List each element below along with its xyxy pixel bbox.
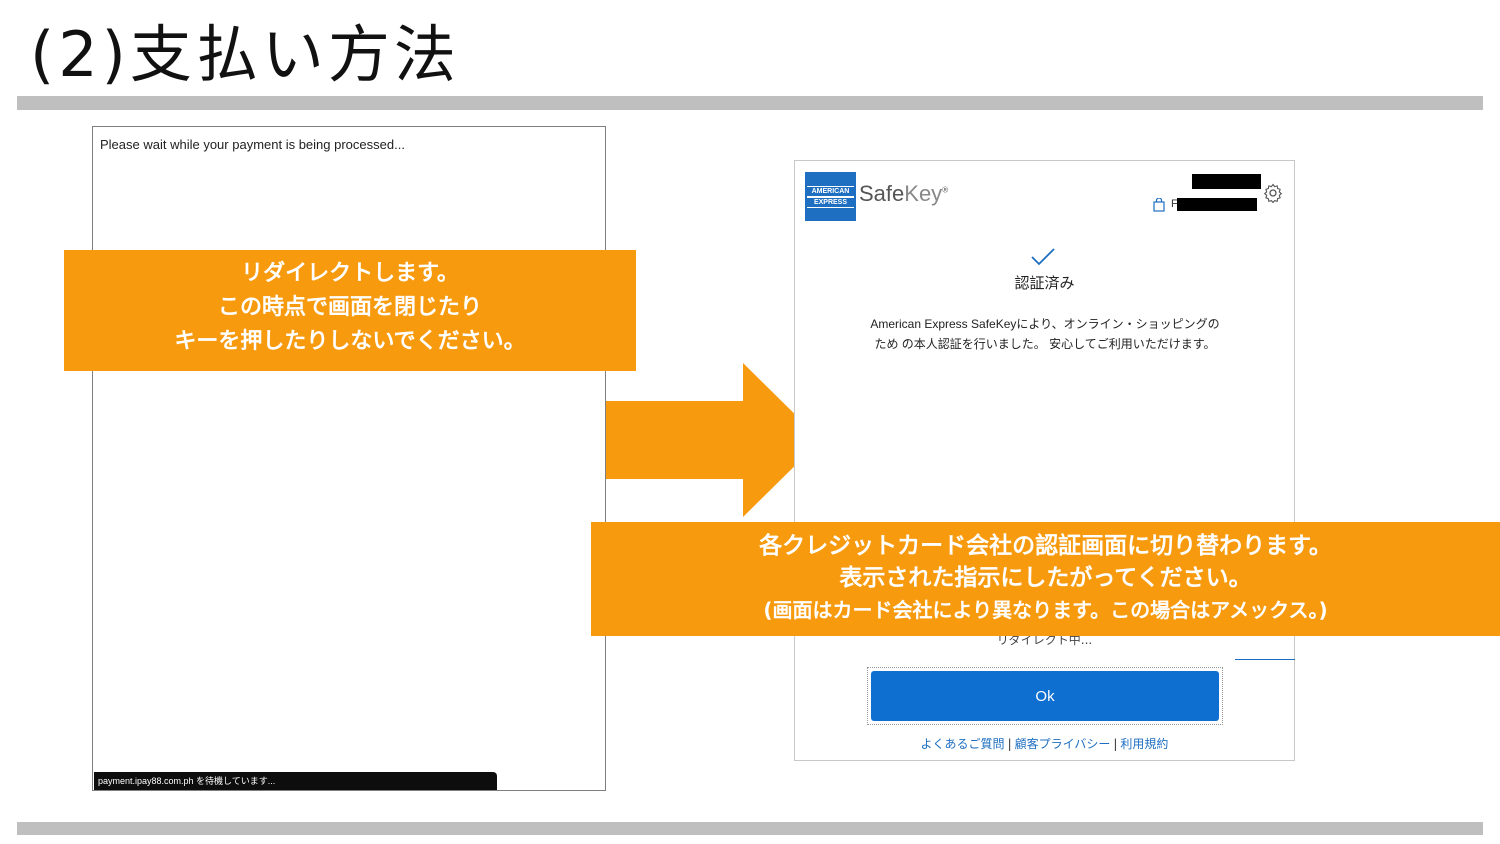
- top-divider-bar: [17, 96, 1483, 110]
- terms-link[interactable]: 利用規約: [1120, 737, 1168, 751]
- redacted-block: [1192, 174, 1261, 189]
- amex-logo-top: AMERICAN: [807, 186, 854, 197]
- payment-processing-window: Please wait while your payment is being …: [92, 126, 606, 791]
- safekey-brand-key: Key: [904, 181, 943, 206]
- link-separator: |: [1007, 737, 1012, 751]
- verification-description: American Express SafeKeyにより、オンライン・ショッピング…: [870, 317, 1220, 351]
- amex-logo: AMERICAN EXPRESS: [805, 172, 856, 221]
- check-icon: [1031, 248, 1055, 266]
- progress-line: [1235, 659, 1295, 660]
- slide-title: (2)支払い方法: [30, 18, 460, 91]
- shopping-bag-icon: [1153, 198, 1165, 212]
- footer-links: よくあるご質問 | 顧客プライバシー | 利用規約: [795, 735, 1294, 752]
- callout-left-line1: リダイレクトします。: [241, 261, 459, 286]
- wait-message: Please wait while your payment is being …: [100, 137, 405, 152]
- safekey-brand-safe: Safe: [859, 181, 905, 206]
- safekey-auth-window: AMERICAN EXPRESS SafeKey® F 認証済み America…: [794, 160, 1295, 761]
- gear-icon[interactable]: [1263, 183, 1283, 203]
- safekey-brand-mark: ®: [942, 185, 949, 195]
- callout-right-line2: 表示された指示にしたがってください。: [839, 565, 1252, 591]
- ok-button-focus-ring: Ok: [867, 667, 1223, 725]
- privacy-link[interactable]: 顧客プライバシー: [1015, 737, 1111, 751]
- redacted-block: [1177, 198, 1257, 211]
- redirect-warning-callout: リダイレクトします。 この時点で画面を閉じたり キーを押したりしないでください。: [64, 250, 636, 371]
- callout-right-line3: (画面はカード会社により異なります。この場合はアメックス。): [763, 598, 1328, 622]
- callout-right-line1: 各クレジットカード会社の認証画面に切り替わります。: [759, 533, 1332, 559]
- link-separator: |: [1113, 737, 1118, 751]
- verified-label: 認証済み: [1014, 274, 1075, 292]
- bottom-divider-bar: [17, 822, 1483, 835]
- safekey-brand: SafeKey®: [859, 181, 948, 207]
- ok-button[interactable]: Ok: [871, 671, 1219, 721]
- auth-screen-callout: 各クレジットカード会社の認証画面に切り替わります。 表示された指示にしたがってく…: [591, 522, 1500, 636]
- faq-link[interactable]: よくあるご質問: [921, 737, 1005, 751]
- browser-status-bar: payment.ipay88.com.ph を待機しています...: [94, 772, 497, 790]
- amex-logo-bottom: EXPRESS: [807, 197, 854, 208]
- callout-left-line3: キーを押したりしないでください。: [174, 329, 526, 354]
- arrow-right-icon: [606, 363, 821, 517]
- callout-left-line2: この時点で画面を閉じたり: [217, 295, 482, 320]
